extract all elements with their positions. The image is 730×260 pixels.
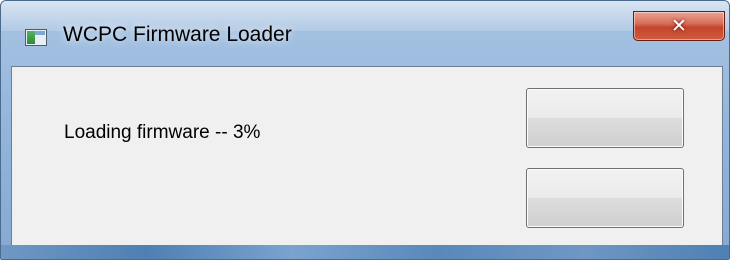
window-title: WCPC Firmware Loader bbox=[63, 23, 292, 46]
dialog-body: Loading firmware -- 3% bbox=[11, 66, 723, 250]
app-window: WCPC Firmware Loader ✕ Loading firmware … bbox=[0, 0, 730, 260]
window-bottom-border bbox=[1, 245, 729, 259]
title-bar[interactable]: WCPC Firmware Loader ✕ bbox=[1, 1, 729, 63]
application-window-icon[interactable] bbox=[25, 29, 47, 46]
action-button-top[interactable] bbox=[526, 88, 684, 148]
close-icon: ✕ bbox=[671, 14, 687, 37]
firmware-progress-status: Loading firmware -- 3% bbox=[64, 122, 261, 143]
action-button-bottom[interactable] bbox=[526, 168, 684, 228]
close-button[interactable]: ✕ bbox=[633, 11, 725, 41]
